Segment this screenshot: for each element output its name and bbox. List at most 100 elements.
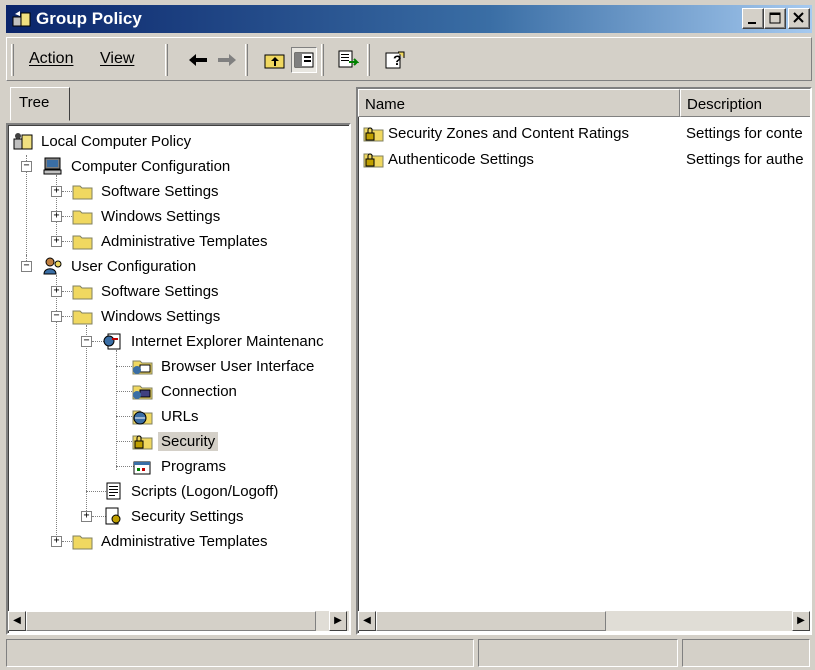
collapse-toggle[interactable]: −: [21, 261, 32, 272]
tree-item-scripts[interactable]: Scripts (Logon/Logoff): [102, 479, 281, 503]
back-arrow-icon: [189, 54, 207, 66]
security-folder-icon: [363, 153, 384, 168]
tree-item-security[interactable]: Security: [132, 429, 219, 453]
expand-toggle[interactable]: +: [51, 236, 62, 247]
tree-item-label: Security: [158, 431, 219, 451]
tree-item-label: Administrative Templates: [101, 232, 268, 250]
folder-icon: [72, 235, 93, 250]
expand-toggle[interactable]: +: [51, 186, 62, 197]
tree-item-programs[interactable]: Programs: [132, 454, 229, 478]
list-row-description: Settings for authe: [686, 150, 804, 168]
tree-item-label: User Configuration: [71, 257, 197, 275]
tree-item-software-settings[interactable]: Software Settings: [72, 279, 222, 303]
tree-item-label: Local Computer Policy: [41, 132, 192, 150]
tree-item-label: Software Settings: [101, 282, 219, 300]
tree-item-label: Windows Settings: [101, 207, 221, 225]
scroll-left-button[interactable]: ◀: [8, 611, 26, 631]
tree-item-label: Windows Settings: [101, 307, 221, 325]
list-row-name: Authenticode Settings: [388, 150, 534, 168]
maximize-button[interactable]: [764, 8, 786, 29]
minimize-button[interactable]: [742, 8, 764, 29]
status-panel: [6, 639, 474, 667]
menu-action[interactable]: Action: [29, 50, 73, 68]
status-panel: [478, 639, 678, 667]
list-row[interactable]: Authenticode Settings Settings for authe: [362, 147, 804, 171]
collapse-toggle[interactable]: −: [21, 161, 32, 172]
folder-icon: [72, 310, 93, 325]
tree-item-label: Computer Configuration: [71, 157, 231, 175]
forward-button[interactable]: [214, 47, 240, 73]
security-settings-icon: [105, 507, 121, 525]
tree-item-user-configuration[interactable]: User Configuration: [42, 254, 199, 278]
expand-toggle[interactable]: +: [51, 536, 62, 547]
group-policy-app-icon: [12, 11, 31, 27]
up-one-level-button[interactable]: [262, 47, 288, 73]
group-policy-window: Group Policy Action View ? Tree − + + + …: [0, 0, 815, 670]
maximize-icon: [769, 12, 781, 24]
tree-item-security-settings[interactable]: Security Settings: [102, 504, 247, 528]
show-hide-tree-button[interactable]: [291, 47, 317, 73]
tree-item-label: URLs: [161, 407, 199, 425]
help-button[interactable]: ?: [382, 47, 408, 73]
forward-arrow-icon: [218, 54, 236, 66]
scroll-right-button[interactable]: ▶: [329, 611, 347, 631]
column-header-label: Name: [365, 96, 406, 113]
user-icon: [43, 257, 62, 275]
programs-icon: [133, 461, 151, 475]
tree-item-administrative-templates[interactable]: Administrative Templates: [72, 529, 270, 553]
scroll-thumb[interactable]: [26, 611, 316, 631]
tree-item-label: Browser User Interface: [161, 357, 315, 375]
scroll-thumb[interactable]: [376, 611, 606, 631]
toolbar-separator: [165, 44, 168, 76]
menu-view[interactable]: View: [100, 50, 134, 68]
toolbar-separator: [367, 44, 370, 76]
folder-icon: [72, 210, 93, 225]
title-bar[interactable]: Group Policy: [6, 5, 812, 33]
tree-item-internet-explorer-maintenance[interactable]: Internet Explorer Maintenanc: [102, 329, 327, 353]
list-row[interactable]: Security Zones and Content Ratings Setti…: [362, 121, 803, 145]
expand-toggle[interactable]: +: [81, 511, 92, 522]
toolbar-separator: [321, 44, 324, 76]
tree-item-connection[interactable]: Connection: [132, 379, 240, 403]
tree-item-software-settings[interactable]: Software Settings: [72, 179, 222, 203]
tab-tree[interactable]: Tree: [10, 87, 70, 121]
back-button[interactable]: [185, 47, 211, 73]
column-header-description[interactable]: Description: [680, 89, 810, 117]
menu-view-label: View: [100, 50, 135, 67]
tree-pane[interactable]: − + + + − + − − + + Local Computer Polic…: [6, 123, 351, 635]
export-list-button[interactable]: [335, 47, 361, 73]
security-folder-icon: [363, 127, 384, 142]
tree-line: [116, 350, 117, 470]
collapse-toggle[interactable]: −: [51, 311, 62, 322]
tree-item-urls[interactable]: URLs: [132, 404, 202, 428]
tree-item-computer-configuration[interactable]: Computer Configuration: [42, 154, 233, 178]
tree-item-windows-settings[interactable]: Windows Settings: [72, 204, 223, 228]
toolbar-grip[interactable]: [11, 44, 14, 76]
column-header-label: Description: [687, 96, 763, 113]
close-button[interactable]: [788, 8, 810, 29]
list-row-name: Security Zones and Content Ratings: [388, 124, 629, 142]
tree-horizontal-scrollbar[interactable]: ◀ ▶: [8, 611, 349, 631]
tree-item-local-computer-policy[interactable]: Local Computer Policy: [12, 129, 194, 153]
tree-item-windows-settings[interactable]: Windows Settings: [72, 304, 223, 328]
tree-item-label: Administrative Templates: [101, 532, 268, 550]
browser-ui-icon: [132, 360, 153, 375]
folder-icon: [72, 185, 93, 200]
expand-toggle[interactable]: +: [51, 211, 62, 222]
tree-item-browser-user-interface[interactable]: Browser User Interface: [132, 354, 317, 378]
scroll-left-button[interactable]: ◀: [358, 611, 376, 631]
expand-toggle[interactable]: +: [51, 286, 62, 297]
tree-item-label: Programs: [161, 457, 227, 475]
list-pane[interactable]: Name Description Security Zones and Cont…: [356, 87, 812, 635]
list-horizontal-scrollbar[interactable]: ◀ ▶: [358, 611, 810, 631]
tab-strip: Tree: [6, 87, 351, 125]
scroll-right-button[interactable]: ▶: [792, 611, 810, 631]
tree-item-label: Scripts (Logon/Logoff): [131, 482, 279, 500]
collapse-toggle[interactable]: −: [81, 336, 92, 347]
status-bar: [6, 639, 812, 667]
connection-icon: [132, 385, 153, 400]
folder-icon: [72, 285, 93, 300]
tree-item-administrative-templates[interactable]: Administrative Templates: [72, 229, 270, 253]
ie-maintenance-icon: [103, 333, 121, 350]
column-header-name[interactable]: Name: [358, 89, 680, 117]
